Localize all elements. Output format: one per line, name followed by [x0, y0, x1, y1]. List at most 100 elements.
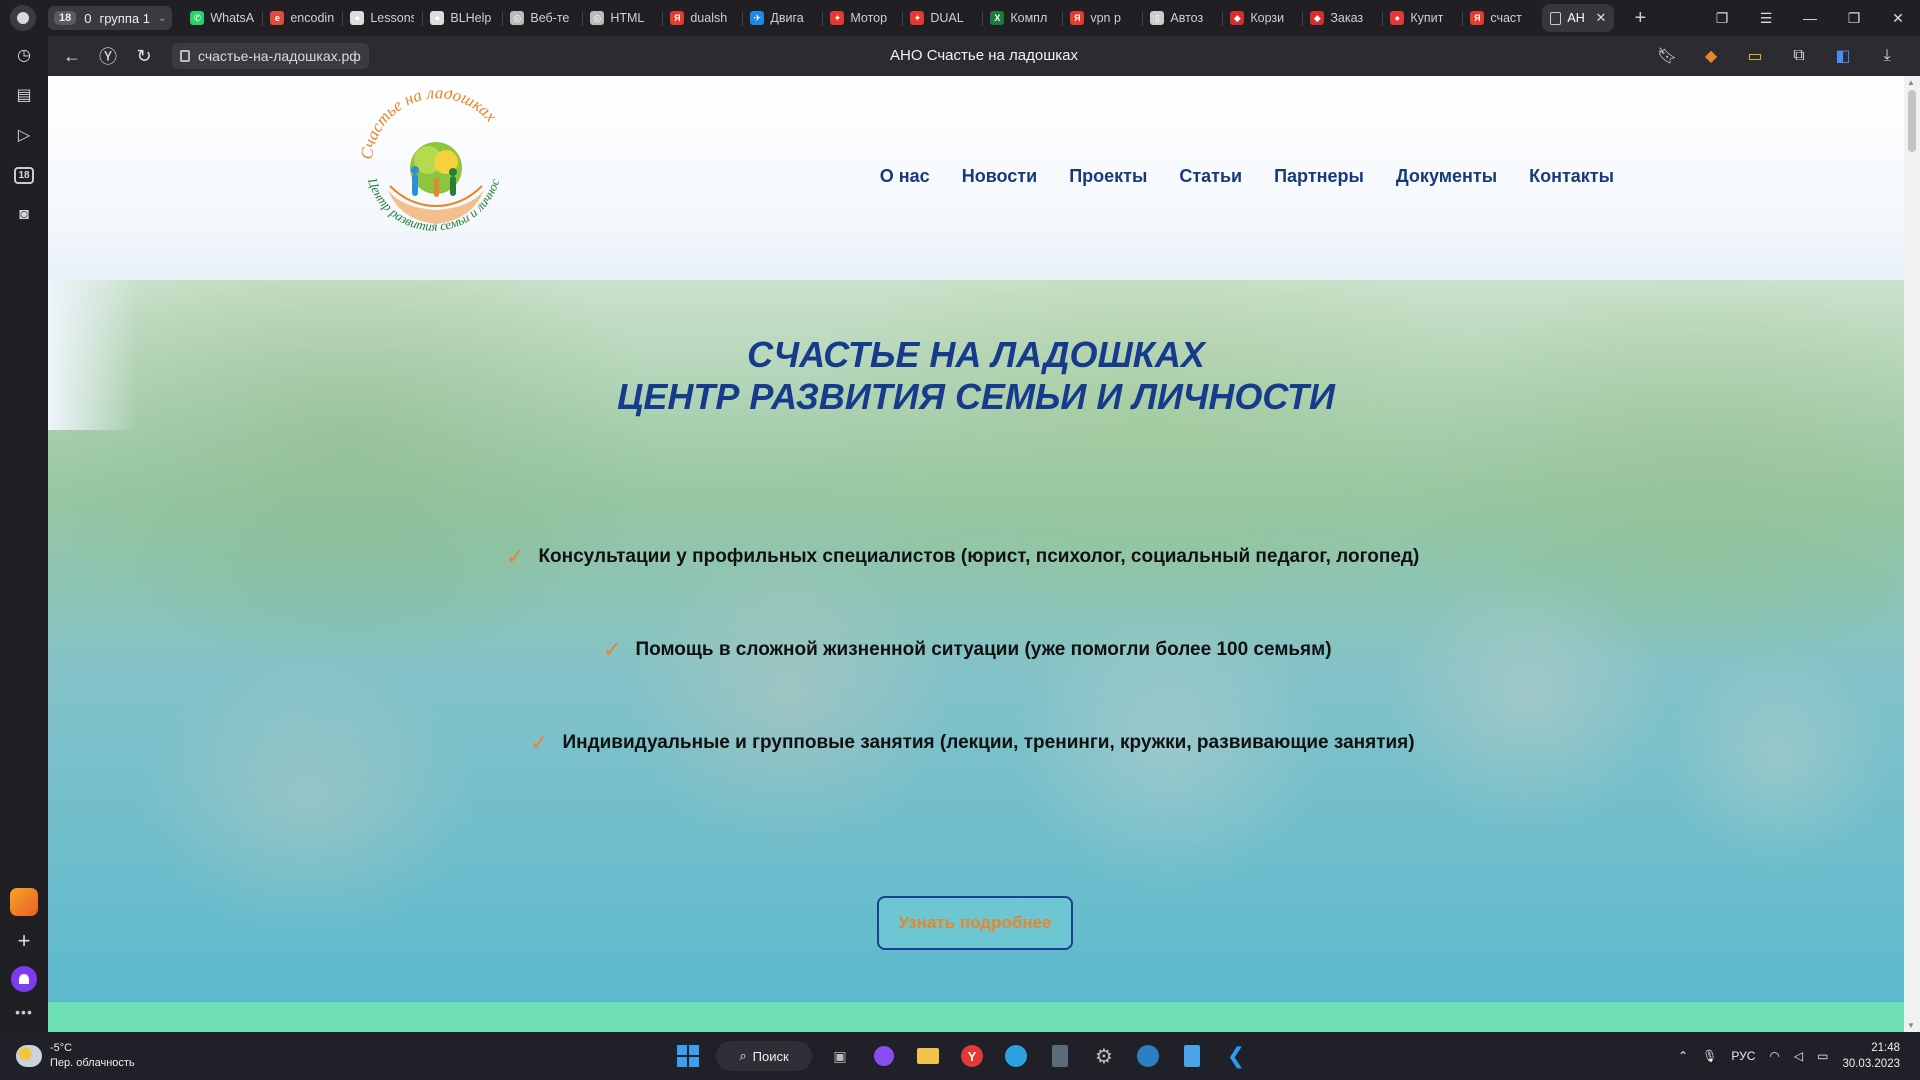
browser-tab[interactable]: ✦ DUAL — [902, 4, 982, 32]
alice-assistant-icon[interactable] — [11, 966, 37, 992]
more-icon[interactable]: ••• — [15, 1004, 33, 1020]
yandex-home-icon[interactable]: Ⓨ — [90, 40, 126, 72]
menu-icon[interactable]: ☰ — [1744, 10, 1788, 27]
browser-tab[interactable]: ✈ Двига — [742, 4, 822, 32]
browser-tab[interactable]: Яvpn р — [1062, 4, 1142, 32]
bookmark-icon[interactable]: 🔖︎ — [1652, 44, 1682, 68]
nav-link[interactable]: Новости — [962, 166, 1037, 187]
app-24-icon[interactable] — [1132, 1040, 1164, 1072]
browser-tab[interactable]: ✆ WhatsApp — [182, 4, 262, 32]
browser-tab[interactable]: ✦ Мотор — [822, 4, 902, 32]
restore-button[interactable]: ❐ — [1832, 10, 1876, 27]
volume-icon[interactable]: ◁ — [1794, 1049, 1803, 1063]
yandex-browser-icon[interactable]: Y — [956, 1040, 988, 1072]
translate-icon[interactable]: ◧ — [1828, 44, 1858, 68]
task-view-icon[interactable]: ▣ — [824, 1040, 856, 1072]
page-scrollbar[interactable]: ▲ ▼ — [1904, 76, 1920, 1032]
clock[interactable]: 21:48 30.03.2023 — [1842, 1040, 1900, 1072]
tab-title: Заказ — [1330, 11, 1364, 25]
chevron-up-icon[interactable]: ⌃ — [1678, 1049, 1688, 1063]
add-panel-icon[interactable]: + — [18, 928, 31, 954]
tab-favicon-icon: ● — [1390, 11, 1405, 25]
wifi-icon[interactable]: ◠ — [1769, 1049, 1779, 1063]
language-indicator[interactable]: РУС — [1731, 1049, 1755, 1063]
settings-icon[interactable]: ⚙ — [1088, 1040, 1120, 1072]
tab-title: BLHelp — [450, 11, 492, 25]
nav-link[interactable]: Документы — [1396, 166, 1497, 187]
window-controls: ❐ ☰ — ❐ ✕ — [1700, 0, 1920, 36]
tab-title: счаст — [1490, 11, 1522, 25]
chevron-down-icon[interactable]: ⌄ — [158, 13, 166, 24]
minimize-button[interactable]: — — [1788, 10, 1832, 26]
browser-tab[interactable]: ● Купит — [1382, 4, 1462, 32]
nav-link[interactable]: Статьи — [1179, 166, 1242, 187]
feature-item: ✓ Помощь в сложной жизненной ситуации (у… — [603, 637, 1332, 663]
tab-favicon-icon: ✦ — [830, 11, 845, 25]
browser-tab[interactable]: ◆ Заказ — [1302, 4, 1382, 32]
download-icon[interactable]: ⤓ — [1872, 44, 1902, 68]
scroll-up-icon[interactable]: ▲ — [1907, 78, 1915, 87]
browser-tab[interactable]: ● Lessons — [342, 4, 422, 32]
browser-tab[interactable]: X Компл — [982, 4, 1062, 32]
calculator-icon[interactable] — [1044, 1040, 1076, 1072]
browser-tab[interactable]: Ясчаст — [1462, 4, 1542, 32]
windows-start-icon[interactable] — [672, 1040, 704, 1072]
microphone-icon[interactable]: 🎙︎ — [1702, 1049, 1717, 1063]
tab-favicon-icon: Я — [1470, 11, 1485, 25]
nav-link[interactable]: Проекты — [1069, 166, 1147, 187]
history-icon[interactable]: ◷ — [9, 40, 39, 70]
tab-favicon-icon: ● — [350, 11, 365, 25]
tab-favicon-icon: ◎ — [510, 11, 525, 25]
browser-tab[interactable]: ◎ Веб-те — [502, 4, 582, 32]
url-field[interactable]: счастье-на-ладошках.рф — [172, 43, 369, 69]
nav-link[interactable]: Партнеры — [1274, 166, 1364, 187]
weather-widget[interactable]: -5°C Пер. облачность — [16, 1041, 135, 1071]
vscode-icon[interactable]: ❮ — [1220, 1040, 1252, 1072]
extensions-icon[interactable]: ⧉ — [1784, 44, 1814, 68]
collections-icon[interactable]: ❐ — [1700, 10, 1744, 27]
telegram-icon[interactable] — [1000, 1040, 1032, 1072]
browser-tab[interactable]: ▯ Автоз — [1142, 4, 1222, 32]
search-icon: ⌕ — [739, 1048, 747, 1063]
nav-link[interactable]: Контакты — [1529, 166, 1614, 187]
screenshot-icon[interactable]: ◙ — [9, 200, 39, 230]
battery-saver-icon[interactable]: ▭ — [1740, 44, 1770, 68]
close-window-button[interactable]: ✕ — [1876, 10, 1920, 27]
alice-app-icon[interactable] — [868, 1040, 900, 1072]
browser-tab[interactable]: e encoding — [262, 4, 342, 32]
site-logo[interactable]: Счастье на ладошках Центр развития семьи… — [350, 90, 522, 262]
battery-icon[interactable]: ▭ — [1817, 1049, 1828, 1063]
tab-group-count: 18 — [54, 11, 77, 25]
scroll-down-icon[interactable]: ▼ — [1907, 1021, 1915, 1030]
reload-button[interactable]: ↻ — [126, 40, 162, 72]
tab-title: Мотор — [850, 11, 888, 25]
tab-active[interactable]: АН ✕ — [1542, 4, 1615, 32]
next-section-strip — [48, 1002, 1904, 1032]
scrollbar-thumb[interactable] — [1908, 90, 1916, 152]
tab-favicon-icon: ◎ — [590, 11, 605, 25]
browser-tab[interactable]: Яdualsh — [662, 4, 742, 32]
taskbar-search[interactable]: ⌕ Поиск — [716, 1041, 812, 1071]
tab-title: Веб-те — [530, 11, 570, 25]
file-explorer-icon[interactable] — [912, 1040, 944, 1072]
tab-title: Компл — [1010, 11, 1048, 25]
extension-fox-icon[interactable]: ◆ — [1696, 44, 1726, 68]
mail-app-icon[interactable] — [10, 888, 38, 916]
browser-tab[interactable]: ● BLHelp — [422, 4, 502, 32]
reading-list-icon[interactable]: ▤ — [9, 80, 39, 110]
notepad-icon[interactable] — [1176, 1040, 1208, 1072]
age-18-icon[interactable]: 18 — [9, 160, 39, 190]
profile-avatar-icon[interactable] — [10, 5, 36, 31]
browser-tab[interactable]: ◆ Корзи — [1222, 4, 1302, 32]
nav-link[interactable]: О нас — [880, 166, 930, 187]
browser-tab[interactable]: ◎ HTML — [582, 4, 662, 32]
tab-title: WhatsApp — [210, 11, 255, 25]
learn-more-button[interactable]: Узнать подробнее — [877, 896, 1073, 950]
back-button[interactable]: ← — [54, 40, 90, 72]
close-tab-icon[interactable]: ✕ — [1595, 10, 1606, 26]
tab-favicon-icon: ✦ — [910, 11, 925, 25]
sidebar-bottom: + ••• — [10, 888, 38, 1020]
new-tab-button[interactable]: + — [1628, 6, 1652, 30]
tab-group-chip[interactable]: 18 0 группа 1 ⌄ — [48, 6, 173, 30]
video-icon[interactable]: ▷ — [9, 120, 39, 150]
